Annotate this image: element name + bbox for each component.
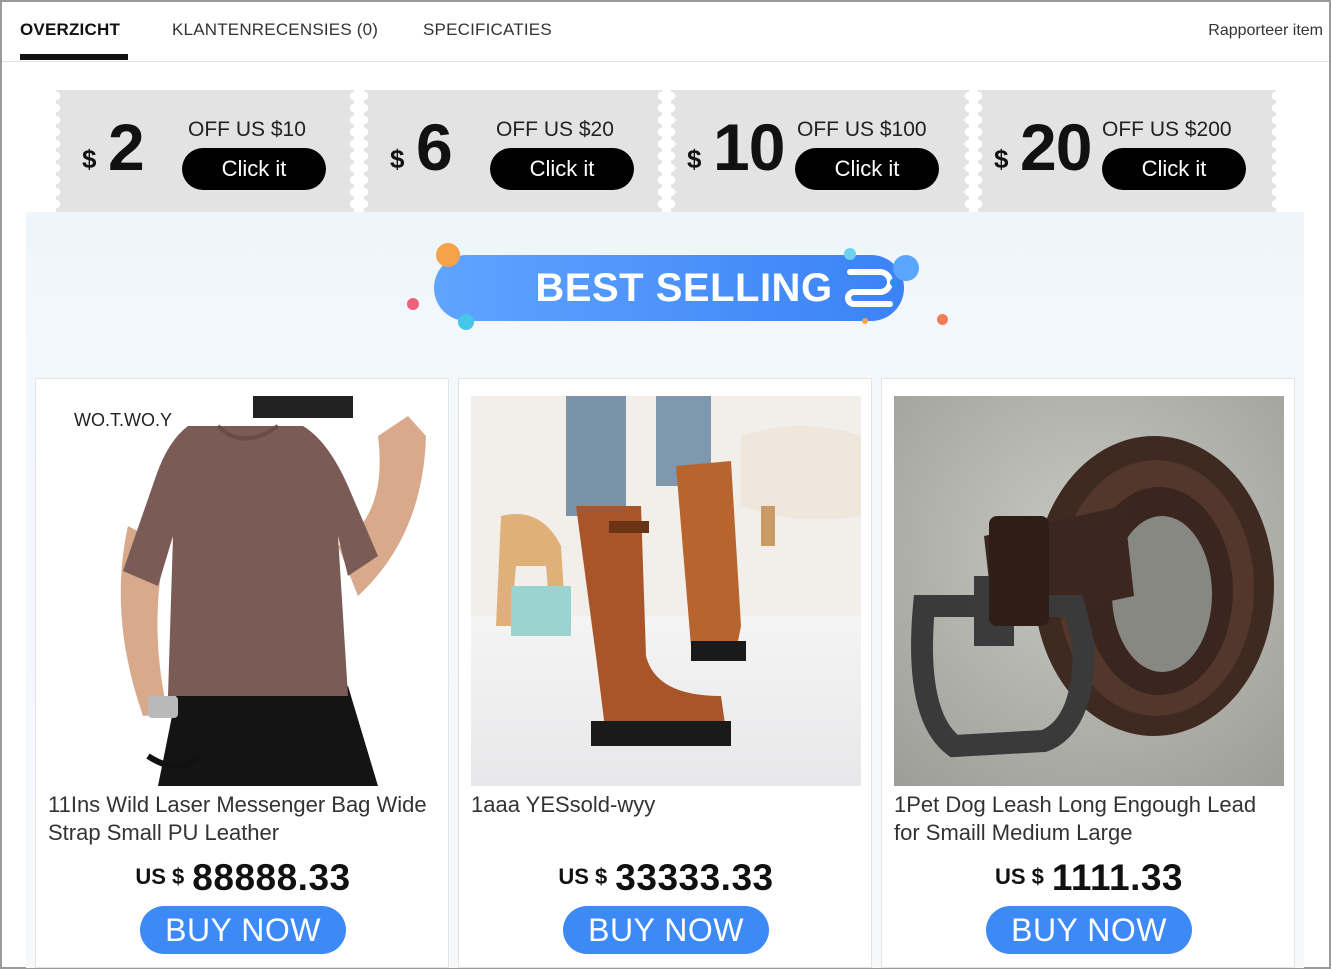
confetti-dot [890,278,899,287]
product-price: US $ 1111.33 [882,857,1296,899]
product-title[interactable]: 1Pet Dog Leash Long Engough Lead for Sma… [894,791,1286,847]
confetti-dot [893,255,919,281]
price-currency: US $ [558,864,608,889]
confetti-dot [844,248,856,260]
coupon-20: $ 20 OFF US $200 Click it [972,90,1282,212]
coupon-condition: OFF US $100 [797,118,927,141]
coupon-10: $ 10 OFF US $100 Click it [665,90,975,212]
coupon-6: $ 6 OFF US $20 Click it [358,90,668,212]
product-image-belt[interactable] [894,396,1284,786]
confetti-dot [458,314,474,330]
price-currency: US $ [135,864,185,889]
price-value: 88888.33 [192,857,351,898]
coupon-amount: 6 [416,110,453,184]
coupon-2: $ 2 OFF US $10 Click it [50,90,360,212]
coupon-edge [665,90,677,212]
confetti-dot [937,314,948,325]
page-frame: OVERZICHT KLANTENRECENSIES (0) SPECIFICA… [0,0,1331,969]
coupon-click-button[interactable]: Click it [182,148,326,190]
buy-now-button[interactable]: BUY NOW [563,906,769,954]
confetti-dot [436,243,460,267]
product-title[interactable]: 1aaa YESsold-wyy [471,791,863,819]
coupon-currency: $ [82,144,97,174]
report-item-link[interactable]: Rapporteer item [1208,22,1323,40]
product-card[interactable]: 1aaa YESsold-wyy US $ 33333.33 BUY NOW [458,378,872,968]
product-price: US $ 33333.33 [459,857,873,899]
price-value: 33333.33 [615,857,774,898]
confetti-dot [407,298,419,310]
photo-brand-watermark: WO.T.WO.Y [74,410,172,430]
coupon-edge [972,90,984,212]
product-card[interactable]: 1Pet Dog Leash Long Engough Lead for Sma… [881,378,1295,968]
coupon-amount: 20 [1020,110,1092,184]
tab-klantenrecensies[interactable]: KLANTENRECENSIES (0) [172,20,378,40]
coupon-click-button[interactable]: Click it [795,148,939,190]
confetti-dot [862,318,868,324]
coupon-currency: $ [390,144,405,174]
coupon-amount: 2 [108,110,145,184]
active-tab-indicator [20,54,128,60]
product-title[interactable]: 11Ins Wild Laser Messenger Bag Wide Stra… [48,791,440,847]
coupon-condition: OFF US $20 [496,118,614,141]
price-value: 1111.33 [1051,857,1184,898]
coupon-edge [50,90,62,212]
product-image-tshirt[interactable]: WO.T.WO.Y [48,396,438,786]
coupon-amount: 10 [713,110,785,184]
coupon-currency: $ [687,144,702,174]
tab-overzicht[interactable]: OVERZICHT [20,20,120,40]
coupon-currency: $ [994,144,1009,174]
product-image-boots[interactable] [471,396,861,786]
tab-bar: OVERZICHT KLANTENRECENSIES (0) SPECIFICA… [2,2,1329,62]
buy-now-button[interactable]: BUY NOW [986,906,1192,954]
coupon-click-button[interactable]: Click it [490,148,634,190]
coupon-click-button[interactable]: Click it [1102,148,1246,190]
tab-specificaties[interactable]: SPECIFICATIES [423,20,552,40]
product-price: US $ 88888.33 [36,857,450,899]
coupon-condition: OFF US $10 [188,118,306,141]
price-currency: US $ [994,864,1044,889]
best-selling-title: BEST SELLING [535,266,833,310]
coupon-edge [1270,90,1282,212]
coupon-edge [358,90,370,212]
buy-now-button[interactable]: BUY NOW [140,906,346,954]
product-card[interactable]: WO.T.WO.Y 11Ins Wild Laser Messenger Bag… [35,378,449,968]
coupon-condition: OFF US $200 [1102,118,1232,141]
